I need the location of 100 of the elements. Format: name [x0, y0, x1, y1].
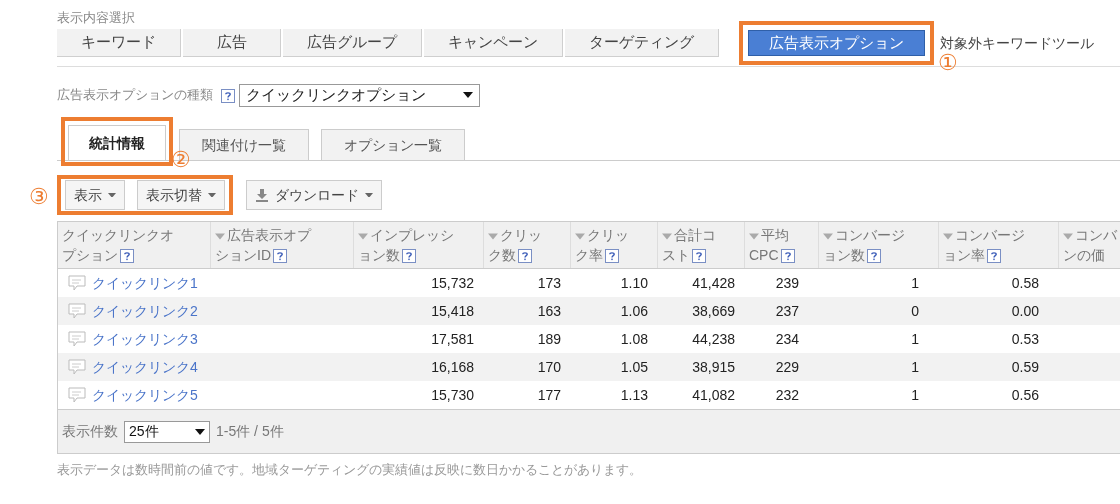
- section-label: 表示内容選択: [57, 9, 136, 27]
- table-cell: 189: [537, 330, 561, 347]
- callout-number: ①: [938, 51, 958, 75]
- table-cell: 0.59: [1011, 358, 1039, 375]
- table-cell: 173: [537, 274, 561, 291]
- table-cell: 170: [537, 358, 561, 375]
- table-cell: 1: [911, 386, 919, 403]
- menu-button[interactable]: 表示切替: [137, 180, 225, 210]
- table-cell: 0.58: [1011, 274, 1039, 291]
- table-cell: 41,082: [692, 386, 735, 403]
- table-cell: 234: [775, 330, 799, 347]
- table-cell: 15,418: [431, 302, 474, 319]
- column-header[interactable]: 平均 CPC: [749, 225, 814, 265]
- sort-icon[interactable]: [823, 232, 833, 240]
- table-cell: 1.13: [620, 386, 648, 403]
- column-header[interactable]: クリッ ク数: [488, 225, 566, 265]
- help-icon[interactable]: [273, 249, 287, 264]
- table-cell: 1: [911, 274, 919, 291]
- sub-tab[interactable]: オプション一覧: [321, 129, 465, 160]
- quicklink-link[interactable]: クイックリンク4: [92, 356, 198, 378]
- comment-icon: [68, 387, 86, 403]
- sort-icon[interactable]: [358, 232, 368, 240]
- table-cell: 1.10: [620, 274, 648, 291]
- quicklink-link[interactable]: クイックリンク1: [92, 272, 198, 294]
- table-cell: 0: [911, 302, 919, 319]
- comment-icon: [68, 303, 86, 319]
- table-cell: 177: [537, 386, 561, 403]
- table-cell: 15,732: [431, 274, 474, 291]
- caret-icon: [195, 428, 205, 435]
- menu-button[interactable]: 表示: [65, 180, 125, 210]
- data-note: 表示データは数時間前の値です。地域ターゲティングの実績値は反映に数日かかることがあります。: [57, 461, 643, 479]
- help-icon[interactable]: [518, 249, 532, 264]
- page-size-label: 表示件数: [62, 422, 118, 441]
- table-cell: 237: [775, 302, 799, 319]
- sort-icon[interactable]: [488, 232, 498, 240]
- column-header[interactable]: コンバ ンの価: [1063, 225, 1120, 265]
- view-tab[interactable]: キーワード: [57, 29, 181, 57]
- table-cell: 1: [911, 330, 919, 347]
- table-cell: 41,428: [692, 274, 735, 291]
- page-size-select[interactable]: 25件: [124, 420, 210, 443]
- view-tab[interactable]: 広告: [183, 29, 281, 57]
- table-cell: 0.53: [1011, 330, 1039, 347]
- table-cell: 1.06: [620, 302, 648, 319]
- comment-icon: [68, 275, 86, 291]
- column-header[interactable]: 広告表示オプ ションID: [215, 225, 349, 265]
- option-type-label: 広告表示オプションの種類: [57, 86, 213, 105]
- table-cell: 232: [775, 386, 799, 403]
- column-header[interactable]: クリッ ク率: [575, 225, 653, 265]
- caret-icon: [463, 92, 473, 98]
- help-icon[interactable]: [402, 249, 416, 264]
- view-tab[interactable]: 広告表示オプション: [748, 30, 925, 56]
- download-icon: [255, 188, 269, 202]
- column-header[interactable]: コンバージ ョン率: [943, 225, 1054, 265]
- table-cell: 0.00: [1011, 302, 1039, 319]
- quicklink-link[interactable]: クイックリンク3: [92, 328, 198, 350]
- result-range: 1-5件 / 5件: [216, 422, 284, 441]
- sort-icon[interactable]: [662, 232, 672, 240]
- help-icon[interactable]: [692, 249, 706, 264]
- sort-icon[interactable]: [943, 232, 953, 240]
- help-icon[interactable]: [605, 249, 619, 264]
- quicklink-link[interactable]: クイックリンク5: [92, 384, 198, 406]
- help-icon[interactable]: [987, 249, 1001, 264]
- table-cell: 44,238: [692, 330, 735, 347]
- table-cell: 0.56: [1011, 386, 1039, 403]
- comment-icon: [68, 359, 86, 375]
- help-icon[interactable]: [780, 249, 795, 264]
- caret-icon: [365, 192, 373, 198]
- sort-icon[interactable]: [575, 232, 585, 240]
- view-tab[interactable]: キャンペーン: [424, 29, 563, 57]
- table-cell: 239: [775, 274, 799, 291]
- table-cell: 15,730: [431, 386, 474, 403]
- table-cell: 1.08: [620, 330, 648, 347]
- quicklink-link[interactable]: クイックリンク2: [92, 300, 198, 322]
- sort-icon[interactable]: [215, 232, 225, 240]
- option-type-select[interactable]: クイックリンクオプション: [239, 83, 480, 107]
- table-cell: 1.05: [620, 358, 648, 375]
- table-cell: 17,581: [431, 330, 474, 347]
- column-header[interactable]: 合計コ スト: [662, 225, 740, 265]
- sub-tab[interactable]: 統計情報: [68, 125, 166, 160]
- table-cell: 229: [775, 358, 799, 375]
- callout-number: ③: [29, 185, 49, 209]
- caret-icon: [208, 192, 216, 198]
- table-cell: 16,168: [431, 358, 474, 375]
- view-tab[interactable]: ターゲティング: [565, 29, 719, 57]
- column-header[interactable]: インプレッシ ョン数: [358, 225, 479, 265]
- help-icon[interactable]: [120, 249, 134, 264]
- sort-icon[interactable]: [1063, 232, 1073, 240]
- table-cell: 163: [537, 302, 561, 319]
- comment-icon: [68, 331, 86, 347]
- view-tab[interactable]: 広告グループ: [283, 29, 422, 57]
- excluded-keyword-tool-link[interactable]: 対象外キーワードツール: [940, 32, 1094, 54]
- table-cell: 38,669: [692, 302, 735, 319]
- table-cell: 38,915: [692, 358, 735, 375]
- download-button[interactable]: ダウンロード: [246, 180, 382, 210]
- column-header[interactable]: クイックリンクオ プション: [62, 225, 206, 265]
- caret-icon: [108, 192, 116, 198]
- column-header[interactable]: コンバージ ョン数: [823, 225, 934, 265]
- help-icon[interactable]: [221, 88, 235, 103]
- sort-icon[interactable]: [749, 232, 759, 240]
- help-icon[interactable]: [867, 249, 881, 264]
